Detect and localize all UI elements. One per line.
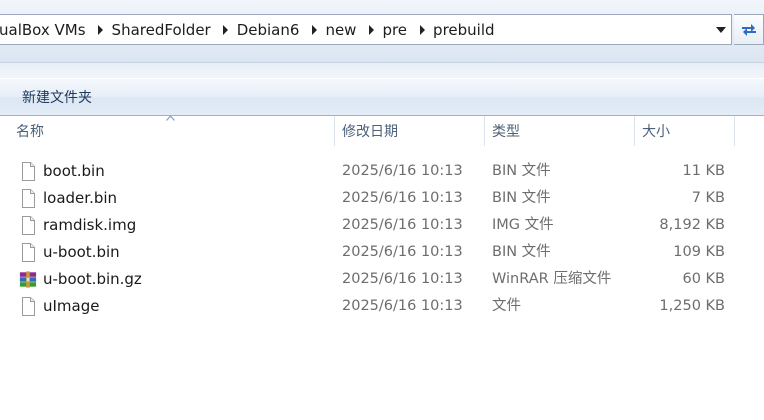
file-name: u-boot.bin [43,243,120,261]
file-name: boot.bin [43,162,105,180]
column-header-date[interactable]: 修改日期 [335,116,485,146]
file-icon [22,162,35,181]
breadcrumb: ualBox VMs SharedFolder Debian6 new pre … [0,15,499,44]
address-history-dropdown-icon[interactable] [711,15,731,44]
breadcrumb-item[interactable]: pre [380,21,411,39]
breadcrumb-item[interactable]: ualBox VMs [0,21,90,39]
file-name: ramdisk.img [43,216,137,234]
file-row[interactable]: loader.bin 2025/6/16 10:13 BIN 文件 7 KB [9,185,735,212]
column-header-name[interactable]: 名称 [9,116,335,146]
file-name: uImage [43,297,100,315]
file-size: 60 KB [682,271,725,287]
breadcrumb-chevron-icon[interactable] [215,15,237,44]
breadcrumb-item[interactable]: new [323,21,360,39]
file-size: 1,250 KB [659,298,725,314]
winrar-archive-icon [19,271,37,288]
address-bar-region: ualBox VMs SharedFolder Debian6 new pre … [0,0,764,62]
file-size: 7 KB [691,190,725,206]
breadcrumb-chevron-icon[interactable] [90,15,112,44]
file-row[interactable]: boot.bin 2025/6/16 10:13 BIN 文件 11 KB [9,158,735,185]
file-name: u-boot.bin.gz [43,270,142,288]
file-type: IMG 文件 [492,217,554,233]
new-folder-button[interactable]: 新建文件夹 [14,84,100,110]
file-name: loader.bin [43,189,118,207]
file-date: 2025/6/16 10:13 [342,298,463,314]
file-size: 109 KB [673,244,725,260]
command-toolbar: 新建文件夹 [0,78,764,116]
breadcrumb-item[interactable]: SharedFolder [110,21,215,39]
file-type: 文件 [492,298,521,314]
breadcrumb-chevron-icon[interactable] [303,15,325,44]
file-date: 2025/6/16 10:13 [342,244,463,260]
column-header-type[interactable]: 类型 [485,116,635,146]
file-icon [22,297,35,316]
file-type: WinRAR 压缩文件 [492,271,612,287]
file-date: 2025/6/16 10:13 [342,190,463,206]
file-row[interactable]: u-boot.bin.gz 2025/6/16 10:13 WinRAR 压缩文… [9,266,735,293]
refresh-button[interactable] [734,14,764,45]
file-row[interactable]: ramdisk.img 2025/6/16 10:13 IMG 文件 8,192… [9,212,735,239]
file-size: 8,192 KB [659,217,725,233]
file-icon [22,216,35,235]
file-row[interactable]: u-boot.bin 2025/6/16 10:13 BIN 文件 109 KB [9,239,735,266]
file-type: BIN 文件 [492,244,551,260]
file-date: 2025/6/16 10:13 [342,271,463,287]
breadcrumb-item[interactable]: prebuild [431,21,498,39]
file-date: 2025/6/16 10:13 [342,217,463,233]
breadcrumb-chevron-icon[interactable] [411,15,433,44]
file-row[interactable]: uImage 2025/6/16 10:13 文件 1,250 KB [9,293,735,320]
refresh-icon [741,23,756,36]
file-type: BIN 文件 [492,163,551,179]
file-size: 11 KB [682,163,725,179]
column-header-size[interactable]: 大小 [635,116,735,146]
file-date: 2025/6/16 10:13 [342,163,463,179]
file-type: BIN 文件 [492,190,551,206]
breadcrumb-chevron-icon[interactable] [360,15,382,44]
breadcrumb-item[interactable]: Debian6 [235,21,304,39]
address-bar[interactable]: ualBox VMs SharedFolder Debian6 new pre … [0,14,732,45]
column-header-row: 名称 修改日期 类型 大小 [0,115,764,146]
file-icon [22,243,35,262]
file-icon [22,189,35,208]
menu-band [0,62,764,79]
